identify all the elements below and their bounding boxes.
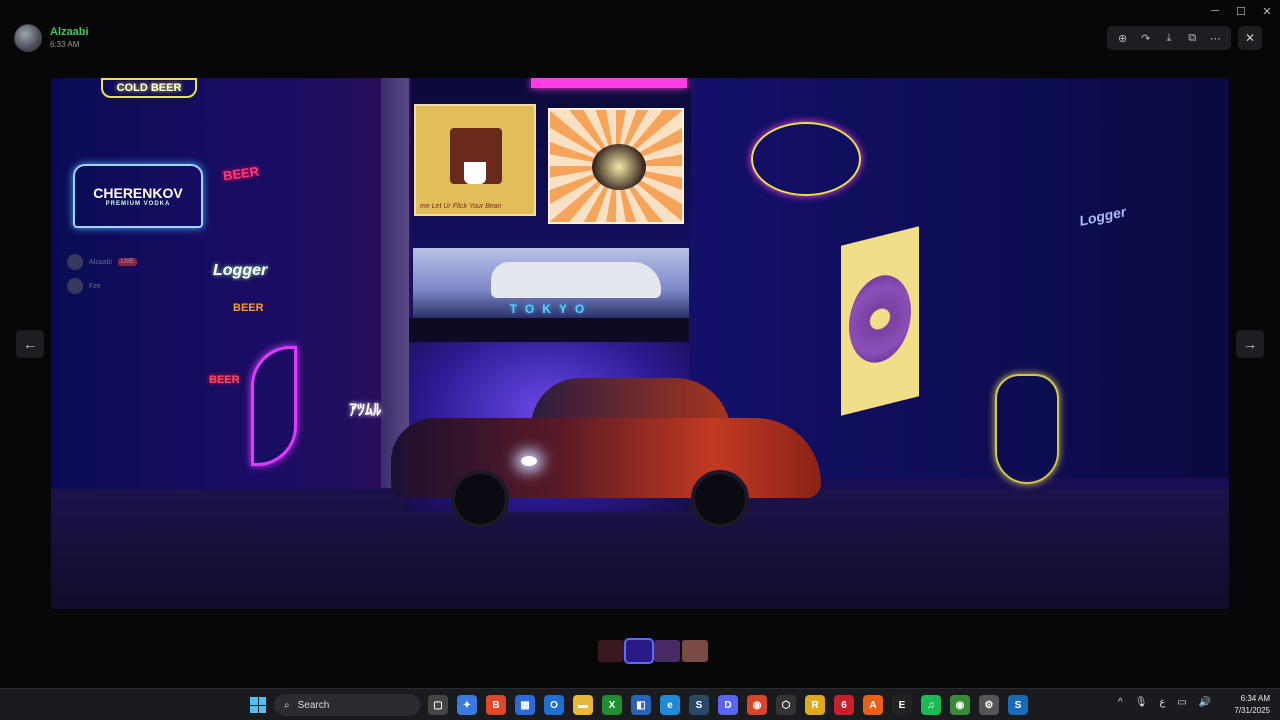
taskbar-apps: ▢ ✦ B ▦ O ▬ X ◧ e S D ◉ ⬡ R 6 A E ♫ ◉ ⚙ S [428, 695, 1028, 715]
avatar[interactable] [14, 24, 42, 52]
donut-poster [841, 226, 919, 416]
noodle-bowl [592, 144, 646, 190]
thumbnail-strip [598, 638, 708, 664]
next-image-button[interactable]: → [1236, 330, 1264, 358]
cherenkov-sign: CHERENKOV PREMIUM VODKA [73, 164, 203, 228]
ghost-user-name: Fze [89, 282, 101, 290]
store-icon[interactable]: ▦ [515, 695, 535, 715]
beer-sign: BEER [233, 302, 264, 314]
logger-sign: Logger [213, 262, 268, 279]
avatar [67, 254, 83, 270]
windows-taskbar: ⌕ Search ▢ ✦ B ▦ O ▬ X ◧ e S D ◉ ⬡ R 6 A E ♫ ◉ ⚙ S ^ 🎙 ع ▭ 🔊… [0, 688, 1280, 720]
coffee-poster-caption: me Let Ur Flick Your Bean [420, 203, 502, 210]
coffee-poster: me Let Ur Flick Your Bean [414, 104, 536, 216]
search-label: Search [297, 699, 330, 711]
network-icon[interactable]: ▭ [1177, 697, 1186, 708]
steam2-icon[interactable]: S [1008, 695, 1028, 715]
spotify-icon[interactable]: ♫ [921, 695, 941, 715]
app3-icon[interactable]: 6 [834, 695, 854, 715]
thumbnail[interactable] [624, 638, 654, 664]
neon-strip [531, 78, 687, 88]
tokyo-sign: TOKYO [509, 302, 593, 316]
image-viewer-overlay: ─ ☐ ✕ Alzaabi 6:33 AM ⊕ ↷ ⤓ ⧉ ⋯ ✕ COLD B… [0, 0, 1280, 720]
live-badge: LIVE [117, 258, 137, 266]
app-icon[interactable]: ◧ [631, 695, 651, 715]
maximize-icon[interactable]: ☐ [1228, 0, 1254, 22]
main-image[interactable]: COLD BEER CHERENKOV PREMIUM VODKA BEER L… [51, 78, 1229, 609]
author-name[interactable]: Alzaabi [50, 26, 89, 39]
tray-overflow-icon[interactable]: ^ [1118, 697, 1123, 708]
download-icon[interactable]: ⤓ [1160, 32, 1178, 45]
close-viewer-button[interactable]: ✕ [1238, 26, 1262, 50]
noodle-poster [548, 108, 684, 224]
copilot-icon[interactable]: ✦ [457, 695, 477, 715]
epic-icon[interactable]: E [892, 695, 912, 715]
clock-time: 6:34 AM [1240, 694, 1270, 703]
ghost-user: Alzaabi LIVE [67, 254, 137, 270]
cherenkov-sign-subtitle: PREMIUM VODKA [105, 201, 171, 207]
taskbar-search[interactable]: ⌕ Search [274, 694, 420, 716]
coffee-cup [464, 162, 486, 184]
author-header: Alzaabi 6:33 AM [14, 24, 89, 52]
forward-icon[interactable]: ↷ [1137, 32, 1155, 45]
discord-icon[interactable]: D [718, 695, 738, 715]
chrome2-icon[interactable]: ◉ [950, 695, 970, 715]
brave-icon[interactable]: B [486, 695, 506, 715]
ghost-user-name: Alzaabi [89, 258, 112, 266]
title-bar: ─ ☐ ✕ [0, 0, 1280, 22]
window-close-icon[interactable]: ✕ [1254, 0, 1280, 22]
settings-icon[interactable]: ⚙ [979, 695, 999, 715]
cherenkov-sign-title: CHERENKOV [93, 185, 183, 201]
open-external-icon[interactable]: ⧉ [1183, 32, 1201, 45]
outlook-icon[interactable]: O [544, 695, 564, 715]
chrome-icon[interactable]: ◉ [747, 695, 767, 715]
sports-car [391, 378, 821, 528]
thumbnail[interactable] [598, 640, 624, 662]
window-controls: ─ ☐ ✕ [1202, 0, 1280, 22]
zoom-icon[interactable]: ⊕ [1114, 32, 1132, 45]
car-wheel [691, 470, 749, 528]
microphone-icon[interactable]: 🎙 [1135, 697, 1148, 708]
start-button[interactable] [250, 697, 266, 713]
timestamp: 6:33 AM [50, 40, 80, 49]
language-indicator[interactable]: ع [1159, 697, 1165, 708]
avatar [67, 278, 83, 294]
rockstar-icon[interactable]: R [805, 695, 825, 715]
clock-date: 7/31/2025 [1234, 706, 1270, 715]
volume-icon[interactable]: 🔊 [1199, 697, 1211, 708]
cold-beer-sign: COLD BEER [101, 78, 197, 98]
scene-wall-left [51, 78, 411, 498]
ghost-user: Fze [67, 278, 101, 294]
explorer-icon[interactable]: ▬ [573, 695, 593, 715]
system-tray: ^ 🎙 ع ▭ 🔊 [1118, 697, 1211, 708]
task-view-icon[interactable]: ▢ [428, 695, 448, 715]
neon-wings-sign [995, 374, 1059, 484]
thumbnail[interactable] [654, 640, 680, 662]
donut [849, 268, 911, 370]
steam-icon[interactable]: S [689, 695, 709, 715]
minimize-icon[interactable]: ─ [1202, 0, 1228, 22]
taskbar-clock[interactable]: 6:34 AM 7/31/2025 [1226, 693, 1270, 717]
xbox-icon[interactable]: X [602, 695, 622, 715]
beer-sign: BEER [209, 374, 240, 386]
neon-purple-sign [251, 346, 297, 466]
poster-car-shape [491, 262, 661, 298]
japanese-neon-sign: ｱﾂﾑﾙ [349, 402, 382, 419]
neon-hand-sign [751, 122, 861, 196]
car-wheel [451, 470, 509, 528]
app4-icon[interactable]: A [863, 695, 883, 715]
app2-icon[interactable]: ⬡ [776, 695, 796, 715]
previous-image-button[interactable]: ← [16, 330, 44, 358]
scene-garage-header [405, 318, 689, 344]
thumbnail[interactable] [682, 640, 708, 662]
car-headlight [521, 456, 537, 466]
more-icon[interactable]: ⋯ [1206, 32, 1224, 45]
search-icon: ⌕ [284, 699, 290, 711]
edge-icon[interactable]: e [660, 695, 680, 715]
media-toolbar: ⊕ ↷ ⤓ ⧉ ⋯ [1107, 26, 1231, 50]
